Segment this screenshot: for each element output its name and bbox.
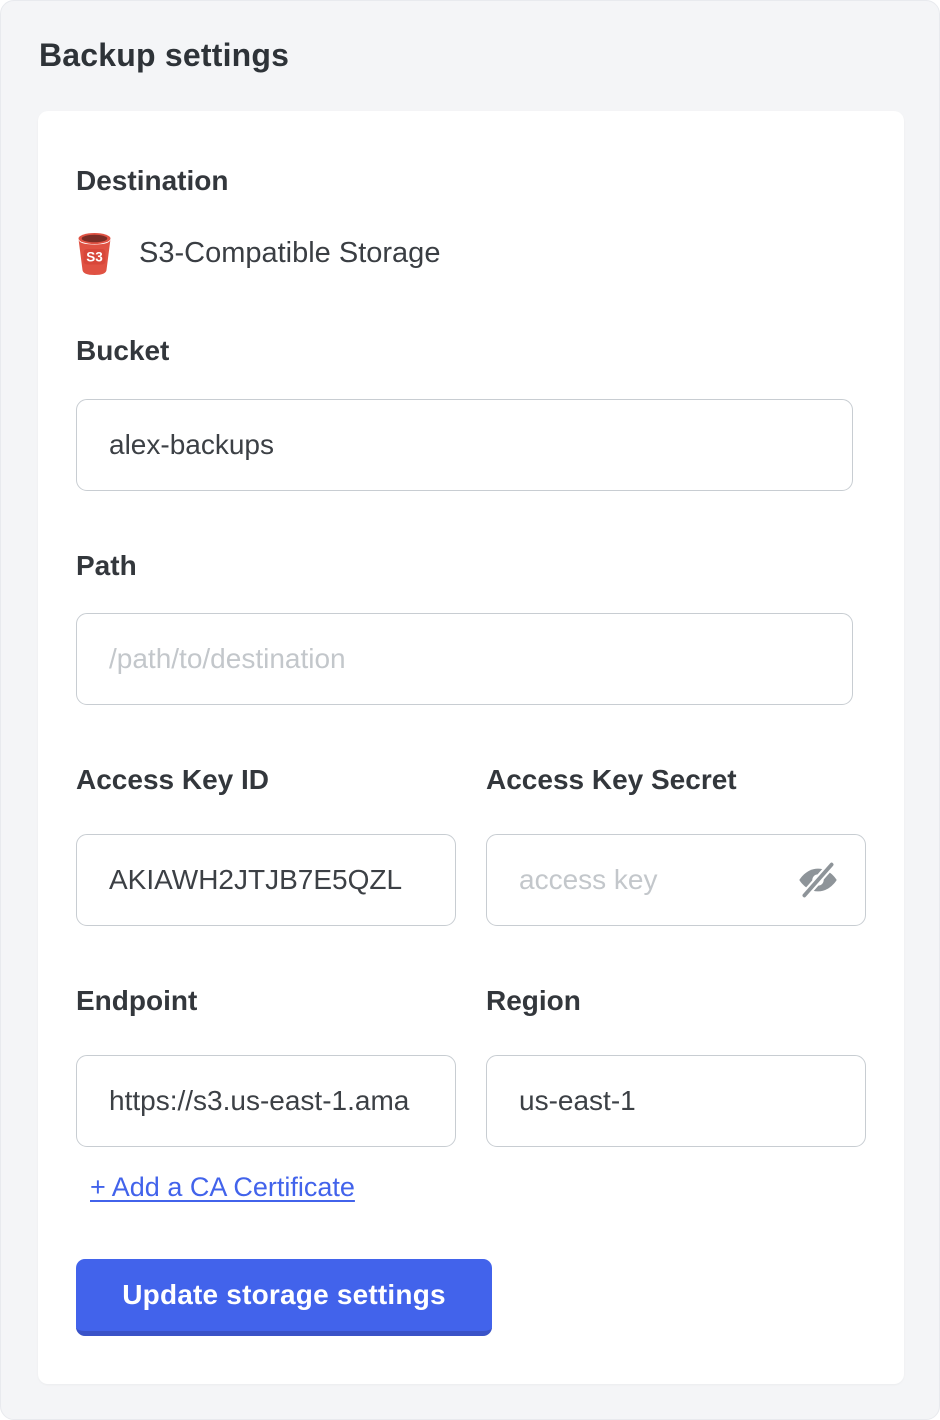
region-field: Region	[486, 986, 866, 1147]
endpoint-input[interactable]	[76, 1055, 456, 1147]
path-field: Path	[76, 551, 866, 706]
toggle-secret-visibility-button[interactable]	[794, 856, 842, 904]
region-input[interactable]	[486, 1055, 866, 1147]
update-storage-settings-button[interactable]: Update storage settings	[76, 1259, 492, 1336]
destination-value: S3-Compatible Storage	[139, 237, 440, 270]
access-key-secret-field: Access Key Secret	[486, 765, 866, 926]
endpoint-region-row: Endpoint Region	[76, 986, 866, 1147]
page-title: Backup settings	[1, 1, 939, 74]
svg-text:S3: S3	[86, 249, 103, 264]
bucket-input[interactable]	[76, 399, 853, 491]
access-key-secret-label: Access Key Secret	[486, 765, 866, 796]
endpoint-field: Endpoint	[76, 986, 456, 1147]
access-key-id-label: Access Key ID	[76, 765, 456, 796]
path-label: Path	[76, 551, 866, 582]
backup-settings-page: Backup settings Destination S3 S3-Compat…	[0, 0, 940, 1420]
add-ca-certificate-link[interactable]: + Add a CA Certificate	[90, 1172, 355, 1203]
bucket-field: Bucket	[76, 336, 866, 491]
access-keys-row: Access Key ID Access Key Secret	[76, 765, 866, 926]
destination-label: Destination	[76, 166, 866, 197]
bucket-label: Bucket	[76, 336, 866, 367]
access-key-id-input[interactable]	[76, 834, 456, 926]
s3-bucket-icon: S3	[76, 231, 113, 276]
path-input[interactable]	[76, 613, 853, 705]
endpoint-label: Endpoint	[76, 986, 456, 1017]
region-label: Region	[486, 986, 866, 1017]
eye-slash-icon	[796, 858, 840, 902]
access-key-id-field: Access Key ID	[76, 765, 456, 926]
destination-row: S3 S3-Compatible Storage	[76, 231, 866, 276]
backup-settings-card: Destination S3 S3-Compatible Storage Buc…	[38, 111, 904, 1384]
